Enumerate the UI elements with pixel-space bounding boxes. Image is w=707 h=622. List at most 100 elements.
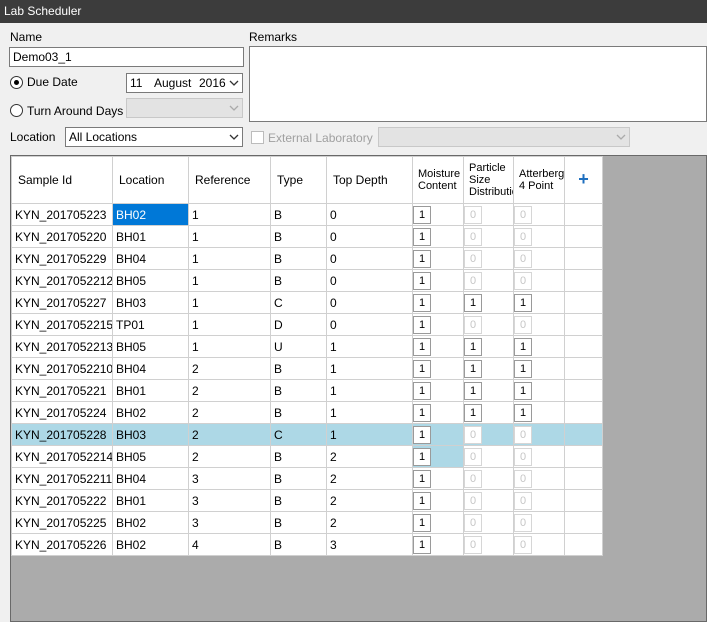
atterberg-checkbox[interactable]: 0 <box>514 249 532 268</box>
column-header-location[interactable]: Location <box>112 156 189 204</box>
reference-cell[interactable]: 1 <box>188 313 271 336</box>
external-lab-checkbox[interactable] <box>251 131 264 144</box>
moisture-checkbox-cell[interactable]: 1 <box>412 203 464 226</box>
location-cell[interactable]: BH05 <box>112 269 189 292</box>
particle-checkbox[interactable]: 1 <box>464 381 482 400</box>
type-cell[interactable]: B <box>270 511 327 534</box>
chevron-down-icon[interactable] <box>229 78 239 88</box>
top-depth-cell[interactable]: 0 <box>326 269 413 292</box>
table-row[interactable]: KYN_2017052214 BH05 2 B 2 1 0 0 <box>11 445 603 468</box>
moisture-checkbox-cell[interactable]: 1 <box>412 489 464 512</box>
particle-checkbox[interactable]: 0 <box>464 447 482 466</box>
turnaround-select[interactable] <box>126 98 243 118</box>
moisture-checkbox[interactable]: 1 <box>413 315 431 334</box>
atterberg-checkbox[interactable]: 0 <box>514 205 532 224</box>
type-cell[interactable]: B <box>270 203 327 226</box>
moisture-checkbox-cell[interactable]: 1 <box>412 511 464 534</box>
sample-id-cell[interactable]: KYN_201705222 <box>11 489 113 512</box>
moisture-checkbox[interactable]: 1 <box>413 425 431 444</box>
atterberg-checkbox-cell[interactable]: 1 <box>513 357 565 380</box>
top-depth-cell[interactable]: 1 <box>326 379 413 402</box>
particle-checkbox-cell[interactable]: 0 <box>463 445 514 468</box>
moisture-checkbox-cell[interactable]: 1 <box>412 379 464 402</box>
moisture-checkbox-cell[interactable]: 1 <box>412 401 464 424</box>
table-row[interactable]: KYN_201705229 BH04 1 B 0 1 0 0 <box>11 247 603 270</box>
atterberg-checkbox[interactable]: 0 <box>514 315 532 334</box>
atterberg-checkbox[interactable]: 1 <box>514 293 532 312</box>
sample-id-cell[interactable]: KYN_2017052212 <box>11 269 113 292</box>
type-cell[interactable]: B <box>270 467 327 490</box>
particle-checkbox-cell[interactable]: 0 <box>463 313 514 336</box>
location-cell[interactable]: BH03 <box>112 423 189 446</box>
location-cell[interactable]: BH02 <box>112 203 189 226</box>
particle-checkbox[interactable]: 0 <box>464 469 482 488</box>
moisture-checkbox-cell[interactable]: 1 <box>412 357 464 380</box>
atterberg-checkbox[interactable]: 0 <box>514 535 532 554</box>
reference-cell[interactable]: 1 <box>188 247 271 270</box>
location-cell[interactable]: BH05 <box>112 445 189 468</box>
particle-checkbox-cell[interactable]: 0 <box>463 489 514 512</box>
atterberg-checkbox-cell[interactable]: 0 <box>513 225 565 248</box>
reference-cell[interactable]: 1 <box>188 269 271 292</box>
reference-cell[interactable]: 2 <box>188 357 271 380</box>
location-cell[interactable]: BH02 <box>112 511 189 534</box>
particle-checkbox-cell[interactable]: 1 <box>463 335 514 358</box>
location-cell[interactable]: BH04 <box>112 247 189 270</box>
location-cell[interactable]: BH01 <box>112 379 189 402</box>
sample-id-cell[interactable]: KYN_201705220 <box>11 225 113 248</box>
particle-checkbox-cell[interactable]: 0 <box>463 423 514 446</box>
type-cell[interactable]: B <box>270 269 327 292</box>
remarks-textarea[interactable] <box>249 46 707 122</box>
moisture-checkbox[interactable]: 1 <box>413 337 431 356</box>
particle-checkbox-cell[interactable]: 0 <box>463 247 514 270</box>
reference-cell[interactable]: 2 <box>188 379 271 402</box>
sample-id-cell[interactable]: KYN_201705223 <box>11 203 113 226</box>
moisture-checkbox-cell[interactable]: 1 <box>412 313 464 336</box>
top-depth-cell[interactable]: 0 <box>326 247 413 270</box>
atterberg-checkbox[interactable]: 0 <box>514 271 532 290</box>
table-row[interactable]: KYN_2017052213 BH05 1 U 1 1 1 1 <box>11 335 603 358</box>
samples-grid[interactable]: Sample Id Location Reference Type Top De… <box>10 155 707 622</box>
location-cell[interactable]: BH05 <box>112 335 189 358</box>
table-row[interactable]: KYN_201705223 BH02 1 B 0 1 0 0 <box>11 203 603 226</box>
table-row[interactable]: KYN_201705227 BH03 1 C 0 1 1 1 <box>11 291 603 314</box>
moisture-checkbox[interactable]: 1 <box>413 381 431 400</box>
particle-checkbox-cell[interactable]: 0 <box>463 467 514 490</box>
sample-id-cell[interactable]: KYN_201705225 <box>11 511 113 534</box>
column-header-top-depth[interactable]: Top Depth <box>326 156 413 204</box>
location-cell[interactable]: BH04 <box>112 357 189 380</box>
location-cell[interactable]: TP01 <box>112 313 189 336</box>
top-depth-cell[interactable]: 1 <box>326 423 413 446</box>
particle-checkbox-cell[interactable]: 0 <box>463 511 514 534</box>
sample-id-cell[interactable]: KYN_201705227 <box>11 291 113 314</box>
top-depth-cell[interactable]: 3 <box>326 533 413 556</box>
table-row[interactable]: KYN_201705220 BH01 1 B 0 1 0 0 <box>11 225 603 248</box>
location-cell[interactable]: BH02 <box>112 401 189 424</box>
add-column-button[interactable]: + <box>564 156 603 204</box>
table-row[interactable]: KYN_2017052211 BH04 3 B 2 1 0 0 <box>11 467 603 490</box>
particle-checkbox-cell[interactable]: 0 <box>463 533 514 556</box>
moisture-checkbox-cell[interactable]: 1 <box>412 467 464 490</box>
table-row[interactable]: KYN_201705228 BH03 2 C 1 1 0 0 <box>11 423 603 446</box>
particle-checkbox-cell[interactable]: 0 <box>463 203 514 226</box>
particle-checkbox[interactable]: 0 <box>464 227 482 246</box>
top-depth-cell[interactable]: 2 <box>326 489 413 512</box>
column-header-reference[interactable]: Reference <box>188 156 271 204</box>
moisture-checkbox-cell[interactable]: 1 <box>412 335 464 358</box>
particle-checkbox-cell[interactable]: 0 <box>463 269 514 292</box>
table-row[interactable]: KYN_201705225 BH02 3 B 2 1 0 0 <box>11 511 603 534</box>
top-depth-cell[interactable]: 0 <box>326 225 413 248</box>
atterberg-checkbox-cell[interactable]: 1 <box>513 379 565 402</box>
due-date-picker[interactable]: 11 August 2016 <box>126 73 243 93</box>
atterberg-checkbox-cell[interactable]: 0 <box>513 511 565 534</box>
particle-checkbox-cell[interactable]: 1 <box>463 291 514 314</box>
sample-id-cell[interactable]: KYN_2017052211 <box>11 467 113 490</box>
reference-cell[interactable]: 2 <box>188 445 271 468</box>
moisture-checkbox[interactable]: 1 <box>413 513 431 532</box>
moisture-checkbox[interactable]: 1 <box>413 271 431 290</box>
particle-checkbox[interactable]: 0 <box>464 425 482 444</box>
sample-id-cell[interactable]: KYN_201705228 <box>11 423 113 446</box>
particle-checkbox[interactable]: 1 <box>464 337 482 356</box>
type-cell[interactable]: B <box>270 247 327 270</box>
sample-id-cell[interactable]: KYN_2017052210 <box>11 357 113 380</box>
